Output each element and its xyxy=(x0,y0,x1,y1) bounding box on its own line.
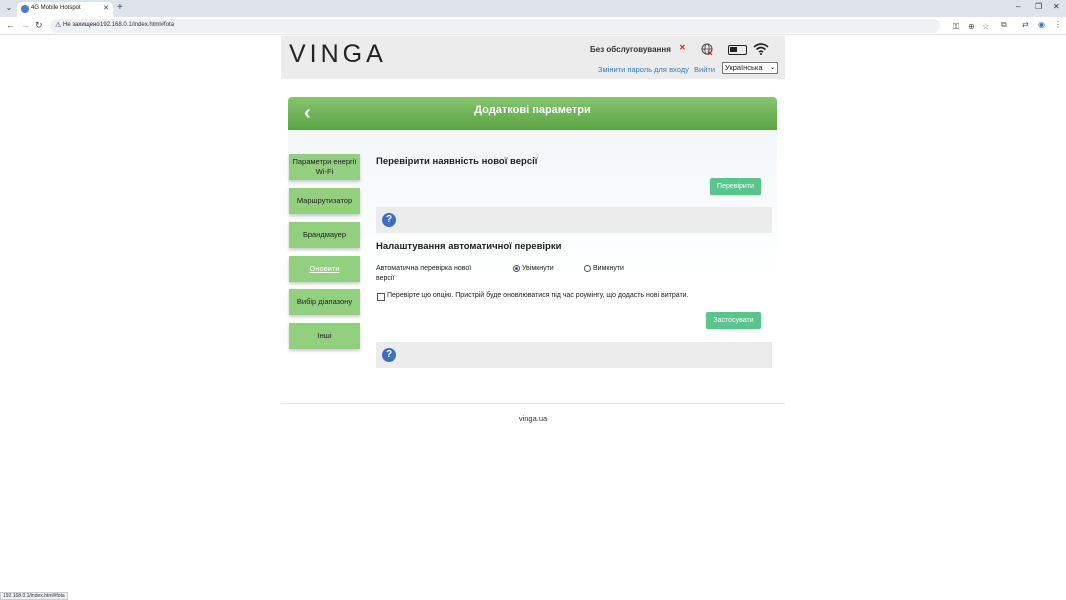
sidebar-item-label: Маршрутизатор xyxy=(296,196,353,205)
sidebar-item-label: Вибір діапазону xyxy=(296,297,353,306)
auto-check-off-radio[interactable] xyxy=(584,265,591,272)
password-key-icon[interactable]: ⚿ xyxy=(953,22,959,32)
security-label[interactable]: Не захищено xyxy=(63,22,100,28)
page: VINGA Без обслуговування ✕ Змінити парол… xyxy=(0,36,1066,592)
sidebar-item-other[interactable]: Інші xyxy=(289,323,360,349)
address-bar[interactable]: ⚠ Не захищено 192.168.0.1/index.html#fot… xyxy=(50,19,989,33)
reload-icon[interactable]: ↻ xyxy=(35,20,43,31)
help-icon[interactable]: ? xyxy=(382,213,396,227)
sidebar-item-label: Брандмауер xyxy=(302,230,347,239)
check-version-title: Перевірити наявність нової версії xyxy=(376,156,538,167)
help-bar: ? xyxy=(376,207,772,233)
sidebar-item-firewall[interactable]: Брандмауер xyxy=(289,222,360,248)
back-arrow-icon[interactable]: ← xyxy=(6,20,15,30)
wifi-icon xyxy=(753,43,769,55)
language-select[interactable]: Українська ⌄ xyxy=(722,62,778,74)
auto-check-off-label[interactable]: Вимкнути xyxy=(593,265,624,272)
sidebar-item-label: Параметри енергії Wi-Fi xyxy=(292,157,357,176)
page-title: Додаткові параметри xyxy=(474,104,591,116)
profile-icon[interactable]: ◉ xyxy=(1038,20,1045,29)
check-button[interactable]: Перевірити xyxy=(710,178,761,195)
url-text[interactable]: 192.168.0.1/index.html#fota xyxy=(100,22,174,28)
browser-toolbar: ← → ↻ ⚠ Не захищено 192.168.0.1/index.ht… xyxy=(0,17,1066,35)
footer-divider xyxy=(281,403,785,404)
settings-panel: Параметри енергії Wi-Fi Маршрутизатор Бр… xyxy=(288,130,777,380)
site-header: VINGA Без обслуговування ✕ Змінити парол… xyxy=(281,36,785,79)
auto-check-label: Автоматична перевірка нової версії xyxy=(376,265,472,282)
restore-icon[interactable]: ❐ xyxy=(1035,2,1042,11)
menu-kebab-icon[interactable]: ⋮ xyxy=(1054,20,1062,29)
close-window-icon[interactable]: ✕ xyxy=(1053,2,1060,11)
change-password-link[interactable]: Змінити пароль для входу xyxy=(598,65,689,74)
network-status: Без обслуговування xyxy=(590,45,671,54)
sidebar-item-update[interactable]: Оновити xyxy=(289,256,360,282)
footer-text: vinga.ua xyxy=(518,414,548,423)
browser-tab-bar: ⌄ 4G Mobile Hotspot ✕ + – ❐ ✕ xyxy=(0,0,1066,17)
logo: VINGA xyxy=(289,40,387,68)
chevron-down-icon: ⌄ xyxy=(769,65,775,71)
battery-icon xyxy=(728,45,747,55)
zoom-icon[interactable]: ⊕ xyxy=(968,22,975,31)
browser-status-url: 192.168.0.1/index.html#fota xyxy=(0,592,68,600)
sidebar-item-band-selection[interactable]: Вибір діапазону xyxy=(289,289,360,315)
tab-list-icon[interactable]: ⌄ xyxy=(4,3,14,13)
sidebar-item-router[interactable]: Маршрутизатор xyxy=(289,188,360,214)
logout-link[interactable]: Вийти xyxy=(694,65,715,74)
language-value: Українська xyxy=(725,63,763,72)
help-icon[interactable]: ? xyxy=(382,348,396,362)
sidebar-item-label: Інші xyxy=(317,331,332,340)
tab-title: 4G Mobile Hotspot xyxy=(31,5,81,11)
minimize-icon[interactable]: – xyxy=(1016,2,1020,11)
auto-check-title: Налаштування автоматичної перевірки xyxy=(376,241,562,252)
roaming-update-label[interactable]: Перевірте цю опцію. Пристрій буде оновлю… xyxy=(387,292,689,299)
bookmark-star-icon[interactable]: ☆ xyxy=(982,22,989,31)
browser-tab[interactable]: 4G Mobile Hotspot ✕ xyxy=(17,2,113,17)
globe-disconnected-icon xyxy=(701,43,713,55)
close-tab-icon[interactable]: ✕ xyxy=(103,4,109,12)
favicon-icon xyxy=(21,5,29,13)
new-tab-icon[interactable]: + xyxy=(117,2,123,13)
forward-arrow-icon[interactable]: → xyxy=(21,20,30,30)
auto-check-on-label[interactable]: Увімкнути xyxy=(522,265,554,272)
warning-icon[interactable]: ⚠ xyxy=(55,21,61,29)
help-bar: ? xyxy=(376,342,772,368)
roaming-update-checkbox[interactable] xyxy=(377,293,385,301)
page-banner: ‹ Додаткові параметри xyxy=(288,97,777,130)
apply-button[interactable]: Застосувати xyxy=(706,312,761,329)
sidebar-item-label: Оновити xyxy=(309,264,340,273)
extensions-icon[interactable]: ⧉ xyxy=(1001,20,1007,30)
translate-icon[interactable]: ⇄ xyxy=(1022,20,1029,29)
no-signal-x-icon: ✕ xyxy=(679,43,686,52)
auto-check-on-radio[interactable] xyxy=(513,265,520,272)
sidebar-item-wifi-power[interactable]: Параметри енергії Wi-Fi xyxy=(289,154,360,180)
